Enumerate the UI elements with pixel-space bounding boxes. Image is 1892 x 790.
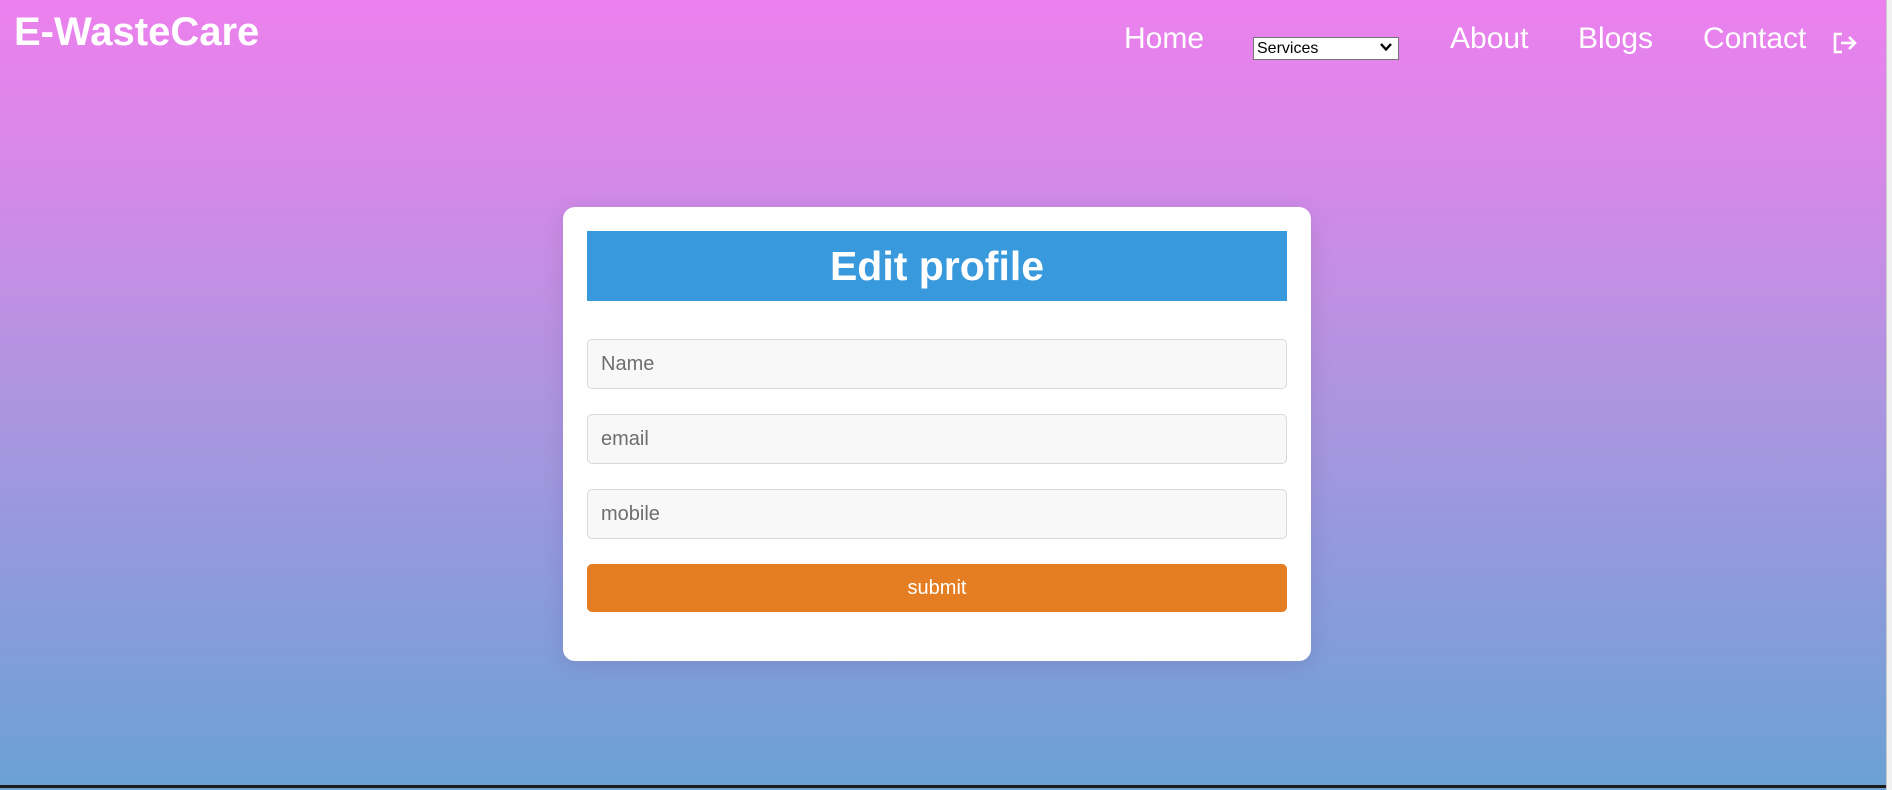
logout-icon[interactable] — [1832, 31, 1858, 55]
window-bottom-border — [0, 785, 1886, 788]
services-dropdown[interactable]: Services — [1253, 37, 1399, 60]
name-input[interactable] — [587, 339, 1287, 389]
page-background: E-WasteCare Home Services About Blogs Co… — [0, 0, 1886, 785]
form-title: Edit profile — [587, 231, 1287, 301]
nav-about-link[interactable]: About — [1450, 24, 1528, 54]
edit-profile-card: Edit profile submit — [563, 207, 1311, 661]
nav-home-link[interactable]: Home — [1124, 24, 1204, 54]
site-logo[interactable]: E-WasteCare — [14, 12, 259, 52]
nav-blogs-link[interactable]: Blogs — [1578, 24, 1653, 54]
email-input[interactable] — [587, 414, 1287, 464]
submit-button[interactable]: submit — [587, 564, 1287, 612]
nav-contact-link[interactable]: Contact — [1703, 24, 1806, 54]
scrollbar[interactable] — [1886, 0, 1892, 790]
mobile-input[interactable] — [587, 489, 1287, 539]
